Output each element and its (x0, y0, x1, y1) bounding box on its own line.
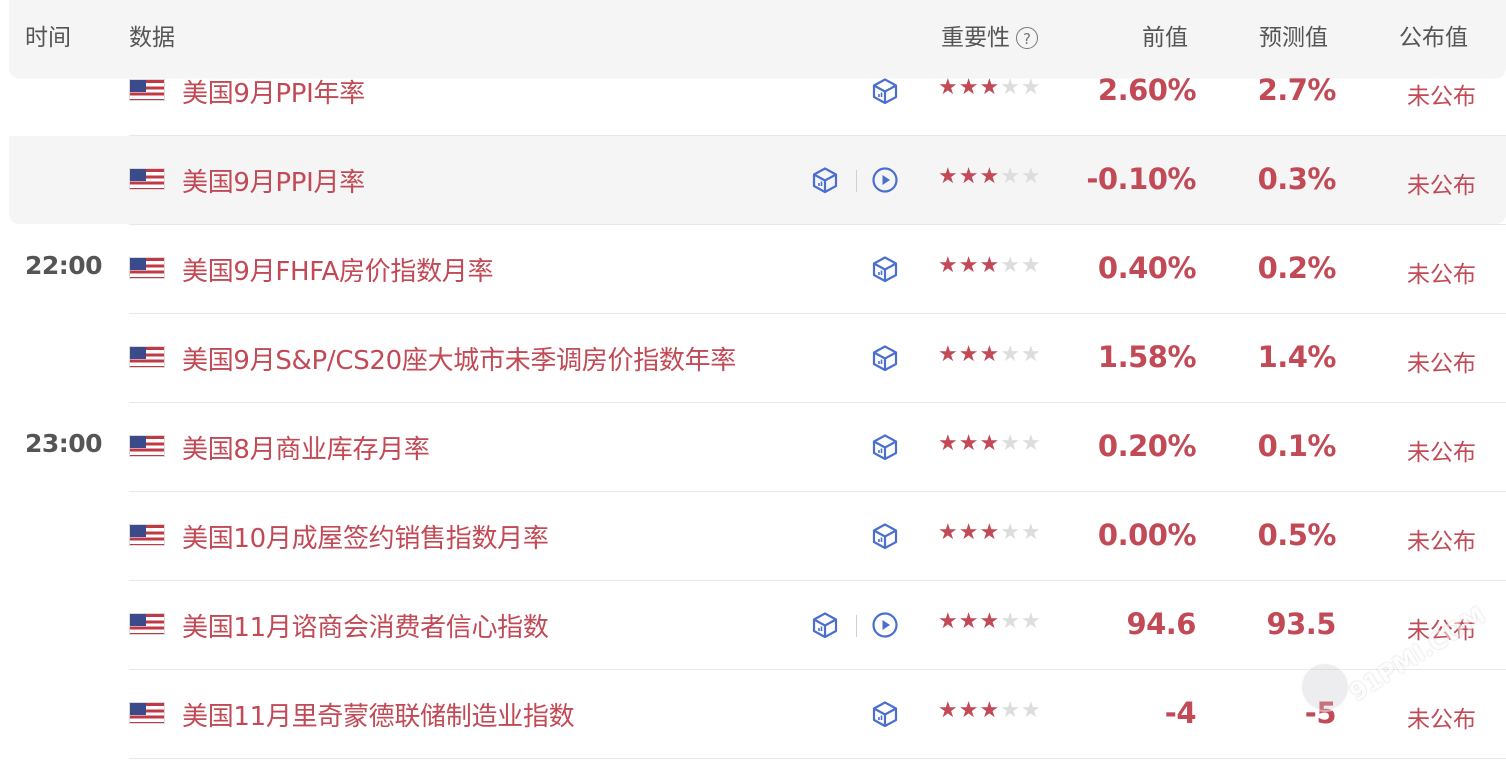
table-header: 时间 数据 重要性 ? 前值 预测值 公布值 (9, 0, 1506, 78)
forecast-value: 0.1% (1257, 429, 1337, 463)
table-row[interactable]: 美国9月S&P/CS20座大城市未季调房价指数年率 ★★★★★ 1.58% 1.4% 未… (0, 314, 1506, 403)
us-flag-icon (129, 524, 165, 546)
previous-value: 0.20% (1097, 429, 1197, 463)
importance-stars: ★★★★★ (938, 520, 1042, 545)
actual-value: 未公布 (1407, 351, 1476, 377)
play-icon[interactable] (871, 166, 899, 194)
us-flag-icon (129, 613, 165, 635)
event-name-link[interactable]: 美国11月谘商会消费者信心指数 (182, 607, 549, 644)
header-time: 时间 (25, 25, 71, 51)
us-flag-icon (129, 435, 165, 457)
previous-value: -0.10% (1086, 162, 1196, 196)
actual-value: 未公布 (1407, 529, 1476, 555)
importance-stars: ★★★★★ (938, 342, 1042, 367)
importance-stars: ★★★★★ (938, 431, 1042, 456)
table-row[interactable]: 美国11月里奇蒙德联储制造业指数 ★★★★★ -4 -5 未公布 (0, 670, 1506, 759)
header-forecast: 预测值 (1259, 25, 1328, 51)
data-cube-icon[interactable] (811, 166, 839, 194)
forecast-value: 2.7% (1257, 73, 1337, 107)
previous-value: 2.60% (1097, 73, 1197, 107)
data-cube-icon[interactable] (871, 522, 899, 550)
forecast-value: 0.2% (1257, 251, 1337, 285)
event-name-link[interactable]: 美国11月里奇蒙德联储制造业指数 (182, 696, 575, 733)
table-row[interactable]: 22:00 美国9月FHFA房价指数月率 ★★★★★ 0.40% 0.2% 未公布 (0, 225, 1506, 314)
forecast-value: 0.3% (1257, 162, 1337, 196)
us-flag-icon (129, 346, 165, 368)
previous-value: 0.40% (1097, 251, 1197, 285)
event-name-link[interactable]: 美国9月PPI月率 (182, 162, 365, 199)
previous-value: -4 (1164, 696, 1197, 730)
data-cube-icon[interactable] (871, 77, 899, 105)
actual-value: 未公布 (1407, 262, 1476, 288)
forecast-value: 1.4% (1257, 340, 1337, 374)
us-flag-icon (129, 79, 165, 101)
header-actual: 公布值 (1399, 25, 1468, 51)
table-row[interactable]: 美国9月PPI月率 ★★★★★ -0.10% 0.3% 未公布 (0, 136, 1506, 225)
actual-value: 未公布 (1407, 173, 1476, 199)
header-importance-label: 重要性 (941, 25, 1010, 51)
row-time: 22:00 (25, 251, 103, 280)
forecast-value: 93.5 (1266, 607, 1336, 641)
us-flag-icon (129, 168, 165, 190)
actual-value: 未公布 (1407, 84, 1476, 110)
importance-stars: ★★★★★ (938, 698, 1042, 723)
row-time: 23:00 (25, 429, 103, 458)
header-importance: 重要性 ? (941, 22, 1038, 54)
data-cube-icon[interactable] (871, 433, 899, 461)
header-previous: 前值 (1142, 25, 1188, 51)
event-name-link[interactable]: 美国9月S&P/CS20座大城市未季调房价指数年率 (182, 340, 736, 377)
row-divider (129, 758, 1506, 759)
importance-stars: ★★★★★ (938, 164, 1042, 189)
importance-stars: ★★★★★ (938, 609, 1042, 634)
icon-divider (856, 615, 857, 637)
forecast-value: -5 (1304, 696, 1337, 730)
event-name-link[interactable]: 美国10月成屋签约销售指数月率 (182, 518, 549, 555)
data-cube-icon[interactable] (811, 611, 839, 639)
actual-value: 未公布 (1407, 707, 1476, 733)
data-cube-icon[interactable] (871, 255, 899, 283)
icon-divider (856, 170, 857, 192)
previous-value: 94.6 (1126, 607, 1196, 641)
actual-value: 未公布 (1407, 618, 1476, 644)
header-data: 数据 (129, 25, 175, 51)
data-cube-icon[interactable] (871, 344, 899, 372)
previous-value: 0.00% (1097, 518, 1197, 552)
previous-value: 1.58% (1097, 340, 1197, 374)
event-name-link[interactable]: 美国9月PPI年率 (182, 73, 365, 110)
event-name-link[interactable]: 美国8月商业库存月率 (182, 429, 430, 466)
event-name-link[interactable]: 美国9月FHFA房价指数月率 (182, 251, 494, 288)
table-row[interactable]: 美国10月成屋签约销售指数月率 ★★★★★ 0.00% 0.5% 未公布 (0, 492, 1506, 581)
actual-value: 未公布 (1407, 440, 1476, 466)
table-row[interactable]: 23:00 美国8月商业库存月率 ★★★★★ 0.20% 0.1% 未公布 (0, 403, 1506, 492)
data-cube-icon[interactable] (871, 700, 899, 728)
us-flag-icon (129, 257, 165, 279)
play-icon[interactable] (871, 611, 899, 639)
forecast-value: 0.5% (1257, 518, 1337, 552)
table-row[interactable]: 美国11月谘商会消费者信心指数 ★★★★★ 94.6 93.5 未公布 (0, 581, 1506, 670)
help-icon[interactable]: ? (1016, 27, 1038, 49)
importance-stars: ★★★★★ (938, 253, 1042, 278)
importance-stars: ★★★★★ (938, 75, 1042, 100)
us-flag-icon (129, 702, 165, 724)
